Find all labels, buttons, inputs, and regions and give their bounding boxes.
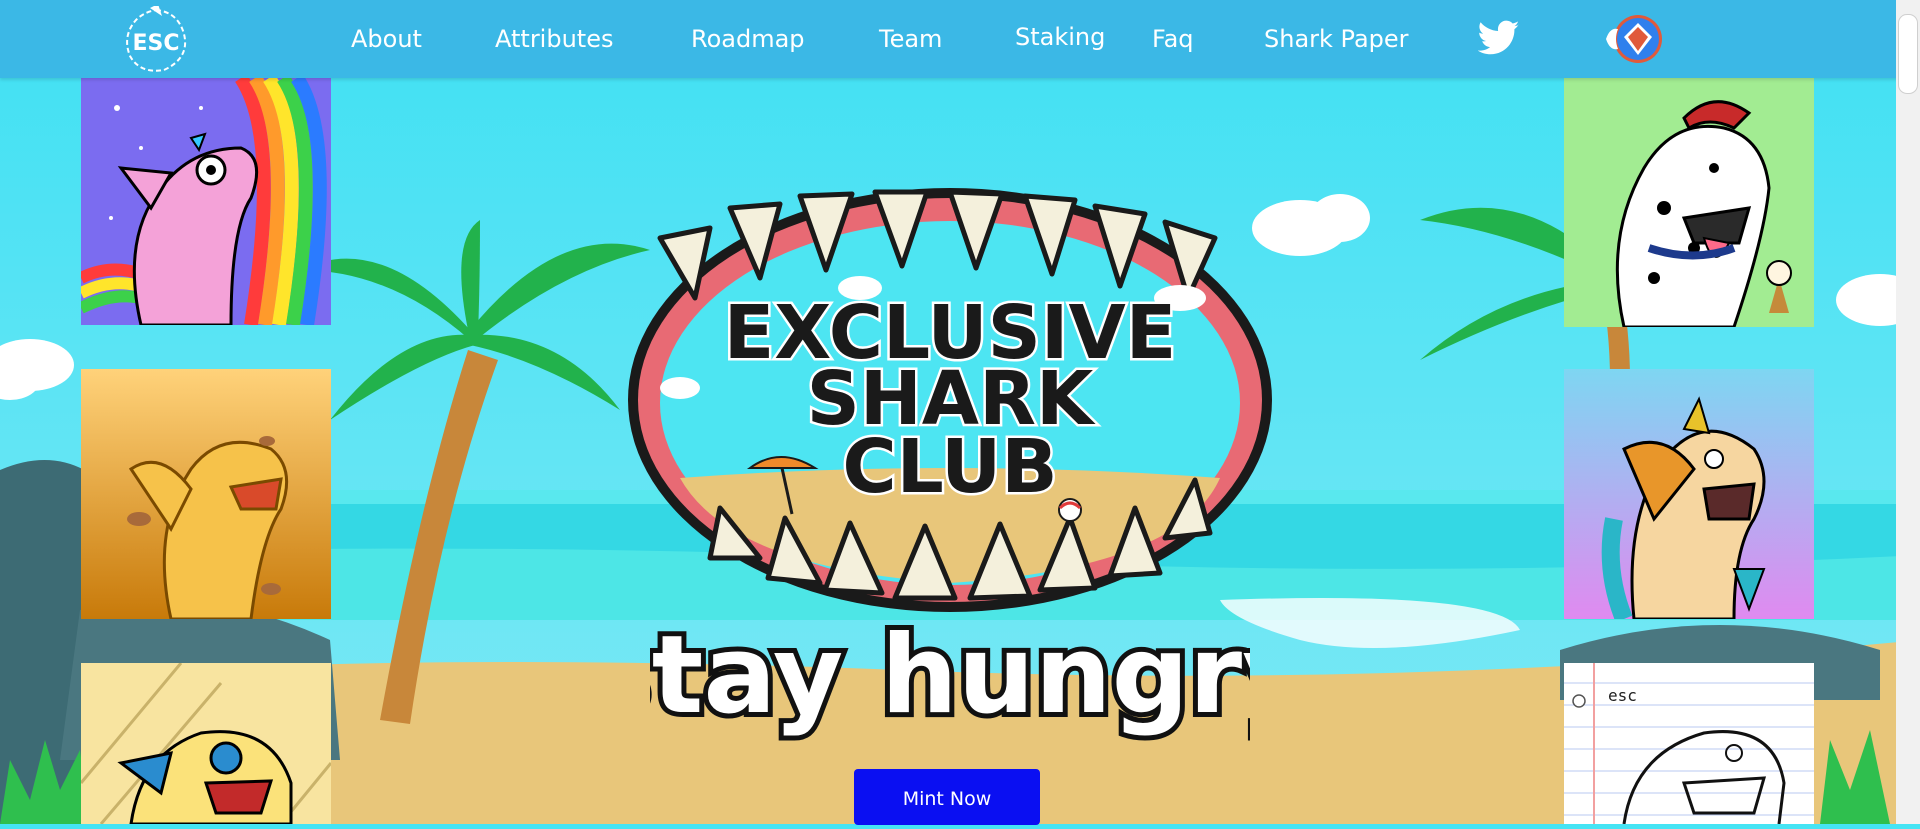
nft-card-sketch-shark[interactable]: esc <box>1564 663 1814 824</box>
nft-card-orange-shark[interactable] <box>1564 369 1814 619</box>
scrollbar-thumb[interactable] <box>1898 14 1918 94</box>
nav-link-shark-paper[interactable]: Shark Paper <box>1264 22 1409 56</box>
nav-link-faq[interactable]: Faq <box>1152 22 1194 56</box>
nav-link-roadmap[interactable]: Roadmap <box>691 22 805 56</box>
notebook-text: esc <box>1608 686 1637 705</box>
shark-mouth-logo: EXCLUSIVE SHARK CLUB <box>628 188 1272 612</box>
nav-link-attributes[interactable]: Attributes <box>495 22 613 56</box>
nft-card-rainbow-shark[interactable] <box>81 78 331 325</box>
vertical-scrollbar[interactable] <box>1896 0 1920 824</box>
nft-card-patched-shark[interactable] <box>81 663 331 824</box>
nav-link-staking[interactable]: Staking <box>1015 20 1105 54</box>
tagline: stay hungry <box>650 612 1250 743</box>
tagline-text: stay hungry <box>650 613 1250 738</box>
nft-card-dalmatian-shark[interactable] <box>1564 78 1814 327</box>
nav-link-about[interactable]: About <box>351 22 422 56</box>
nft-card-yellow-shark[interactable] <box>81 369 331 619</box>
opensea-icon[interactable] <box>1604 13 1664 65</box>
mint-now-button[interactable]: Mint Now <box>854 769 1040 825</box>
esc-logo[interactable]: ESC <box>120 6 192 74</box>
hero-title-line3: CLUB <box>842 424 1057 510</box>
top-navigation: ESC About Attributes Roadmap Team Stakin… <box>0 0 1920 78</box>
nav-link-team[interactable]: Team <box>879 22 942 56</box>
logo-text: ESC <box>132 31 179 56</box>
twitter-icon[interactable] <box>1478 20 1520 56</box>
